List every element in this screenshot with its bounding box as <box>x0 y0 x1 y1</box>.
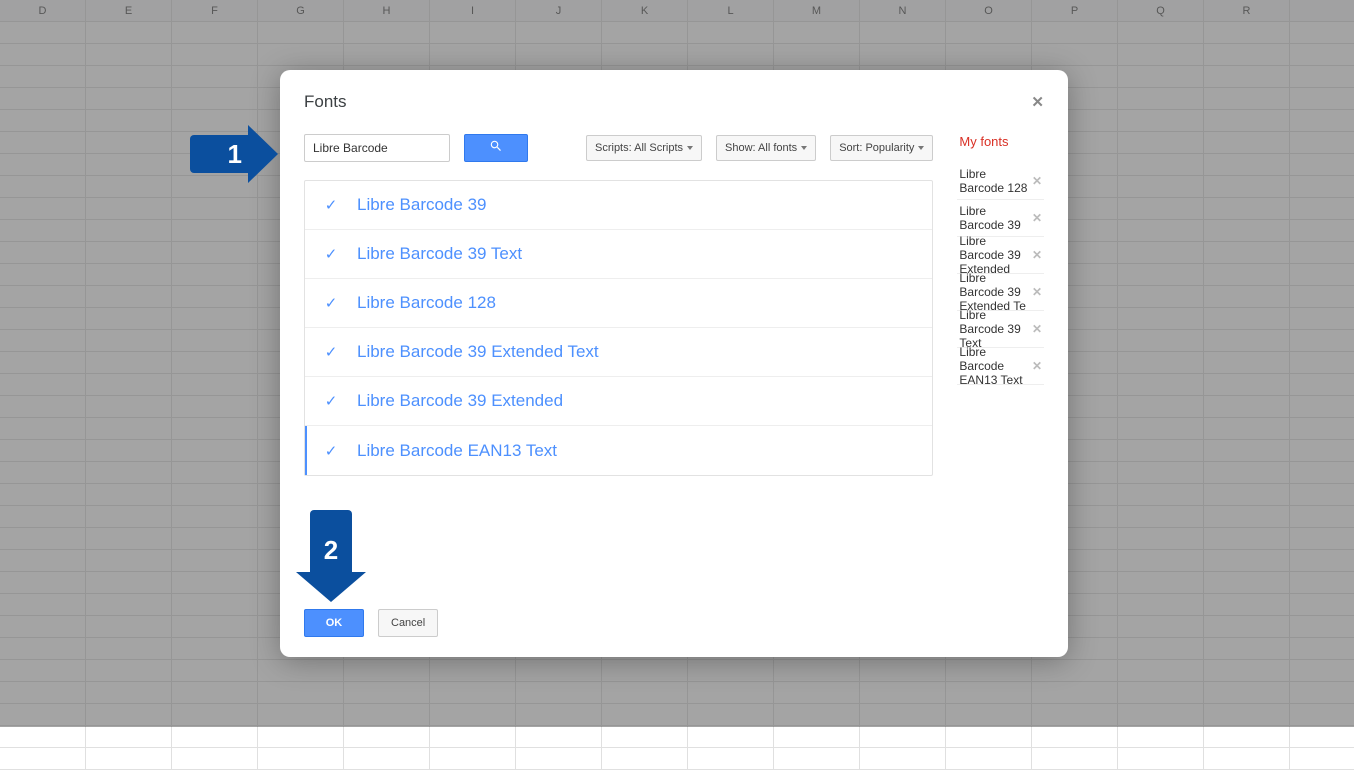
my-fonts-list: Libre Barcode 128✕Libre Barcode 39✕Libre… <box>957 163 1044 385</box>
chevron-down-icon <box>918 146 924 150</box>
check-icon: ✓ <box>323 196 339 214</box>
remove-font-icon[interactable]: ✕ <box>1032 359 1042 373</box>
chevron-down-icon <box>687 146 693 150</box>
font-result-name: Libre Barcode 39 Extended Text <box>357 342 599 362</box>
my-font-name: Libre Barcode 39 <box>959 204 1032 232</box>
show-filter[interactable]: Show: All fonts <box>716 135 816 161</box>
search-button[interactable] <box>464 134 528 162</box>
my-fonts-title: My fonts <box>957 134 1044 149</box>
my-font-name: Libre Barcode 39 Text <box>959 308 1032 350</box>
my-font-item[interactable]: Libre Barcode 39✕ <box>957 200 1044 237</box>
remove-font-icon[interactable]: ✕ <box>1032 211 1042 225</box>
my-font-item[interactable]: Libre Barcode 39 Text✕ <box>957 311 1044 348</box>
cancel-button[interactable]: Cancel <box>378 609 438 637</box>
scripts-filter[interactable]: Scripts: All Scripts <box>586 135 702 161</box>
remove-font-icon[interactable]: ✕ <box>1032 174 1042 188</box>
font-result-item[interactable]: ✓ Libre Barcode 128 <box>305 279 932 328</box>
my-font-name: Libre Barcode 39 Extended Te <box>959 271 1032 313</box>
my-font-item[interactable]: Libre Barcode 39 Extended✕ <box>957 237 1044 274</box>
fonts-dialog: Fonts ✕ Scripts: All Scripts Show: All f… <box>280 70 1068 657</box>
remove-font-icon[interactable]: ✕ <box>1032 322 1042 336</box>
chevron-down-icon <box>801 146 807 150</box>
font-result-item[interactable]: ✓ Libre Barcode EAN13 Text <box>305 426 932 475</box>
font-search-input[interactable] <box>304 134 450 162</box>
controls-row: Scripts: All Scripts Show: All fonts Sor… <box>304 134 933 162</box>
check-icon: ✓ <box>323 245 339 263</box>
font-result-name: Libre Barcode EAN13 Text <box>357 441 557 461</box>
remove-font-icon[interactable]: ✕ <box>1032 285 1042 299</box>
font-result-name: Libre Barcode 39 Text <box>357 244 522 264</box>
show-filter-label: Show: All fonts <box>725 142 797 154</box>
ok-button[interactable]: OK <box>304 609 364 637</box>
font-result-item[interactable]: ✓ Libre Barcode 39 <box>305 181 932 230</box>
my-font-name: Libre Barcode 39 Extended <box>959 234 1032 276</box>
check-icon: ✓ <box>323 392 339 410</box>
font-result-item[interactable]: ✓ Libre Barcode 39 Text <box>305 230 932 279</box>
font-result-name: Libre Barcode 39 Extended <box>357 391 563 411</box>
my-font-name: Libre Barcode EAN13 Text <box>959 345 1032 387</box>
sort-filter[interactable]: Sort: Popularity <box>830 135 933 161</box>
font-search-pane: Scripts: All Scripts Show: All fonts Sor… <box>304 134 933 591</box>
check-icon: ✓ <box>323 343 339 361</box>
font-result-name: Libre Barcode 39 <box>357 195 486 215</box>
font-result-item[interactable]: ✓ Libre Barcode 39 Extended <box>305 377 932 426</box>
sort-filter-label: Sort: Popularity <box>839 142 914 154</box>
scripts-filter-label: Scripts: All Scripts <box>595 142 683 154</box>
check-icon: ✓ <box>323 442 339 460</box>
search-icon <box>489 139 503 158</box>
my-font-item[interactable]: Libre Barcode 39 Extended Te✕ <box>957 274 1044 311</box>
dialog-footer: OK Cancel <box>304 609 1044 637</box>
dialog-title: Fonts <box>304 92 347 112</box>
dialog-header: Fonts ✕ <box>304 92 1044 112</box>
my-fonts-pane: My fonts Libre Barcode 128✕Libre Barcode… <box>957 134 1044 591</box>
check-icon: ✓ <box>323 294 339 312</box>
font-results-list: ✓Libre Barcode 39✓Libre Barcode 39 Text✓… <box>304 180 933 476</box>
font-result-item[interactable]: ✓ Libre Barcode 39 Extended Text <box>305 328 932 377</box>
my-font-item[interactable]: Libre Barcode EAN13 Text✕ <box>957 348 1044 385</box>
font-result-name: Libre Barcode 128 <box>357 293 496 313</box>
my-font-item[interactable]: Libre Barcode 128✕ <box>957 163 1044 200</box>
remove-font-icon[interactable]: ✕ <box>1032 248 1042 262</box>
close-icon[interactable]: ✕ <box>1031 93 1044 111</box>
my-font-name: Libre Barcode 128 <box>959 167 1032 195</box>
